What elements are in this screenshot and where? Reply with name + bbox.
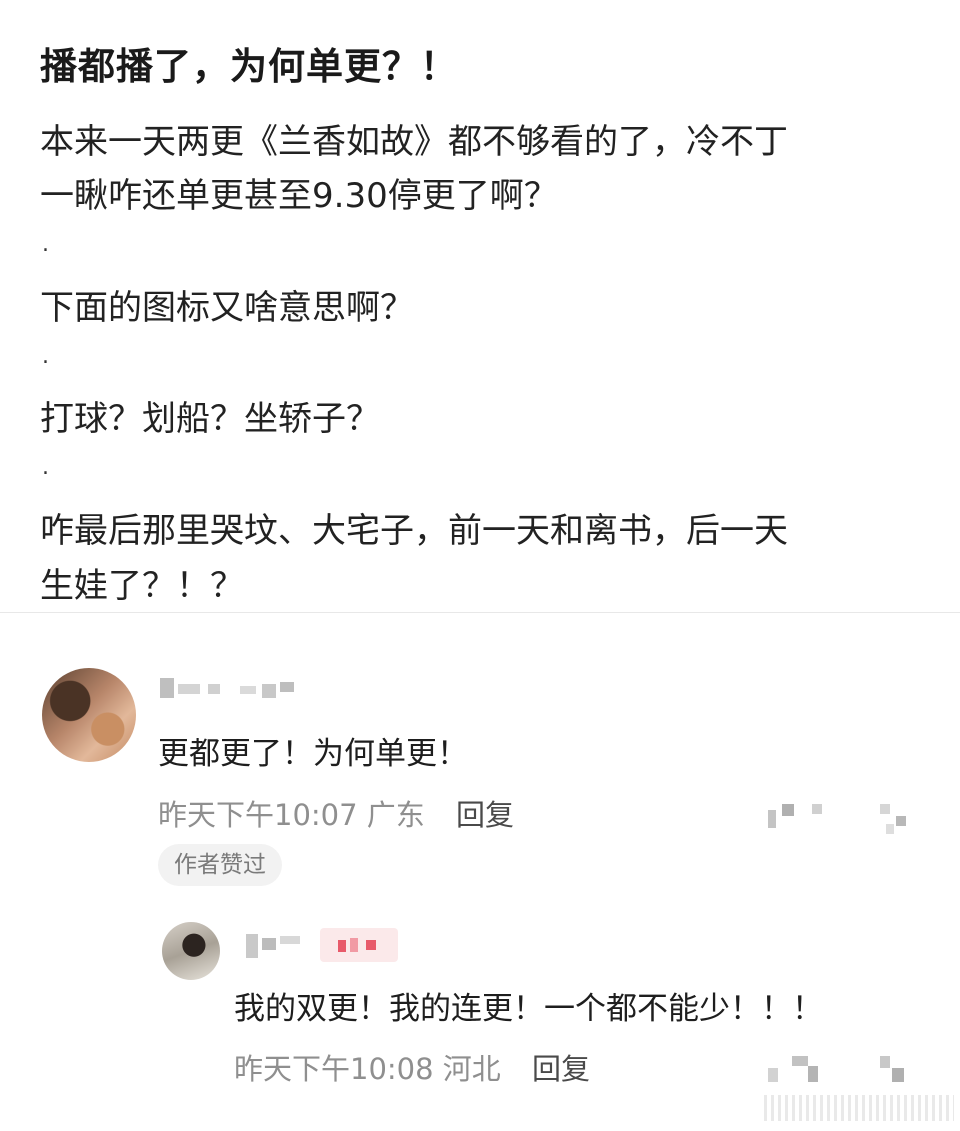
like-icon-detail [896, 816, 906, 826]
share-icon[interactable] [792, 1056, 808, 1066]
username-redacted[interactable] [246, 934, 306, 958]
like-icon[interactable] [880, 1056, 890, 1068]
comment-location: 广东 [366, 798, 425, 832]
like-icon[interactable] [880, 804, 890, 814]
more-icon[interactable] [768, 810, 776, 828]
section-divider [0, 612, 960, 613]
post-line: . [42, 344, 49, 369]
post-line: . [42, 455, 49, 480]
post-line: 本来一天两更《兰香如故》都不够看的了，冷不丁 [40, 122, 788, 162]
reply-location: 河北 [442, 1052, 501, 1086]
post-line: 一瞅咋还单更甚至9.30停更了啊？ [40, 176, 558, 216]
user-avatar-icon[interactable] [162, 922, 220, 980]
comment-actions [768, 800, 918, 836]
post-title: 播都播了，为何单更？！ [40, 45, 458, 88]
share-icon[interactable] [782, 804, 794, 816]
post-line: 生娃了？！？ [40, 566, 244, 606]
reply-button[interactable]: 回复 [456, 798, 514, 832]
like-icon-detail [892, 1068, 904, 1082]
comment-time: 昨天下午10:07 [158, 798, 358, 832]
reply-meta: 昨天下午10:08 河北 回复 [234, 1046, 590, 1088]
reply-actions [768, 1054, 918, 1090]
more-icon[interactable] [768, 1068, 778, 1082]
comment-icon[interactable] [812, 804, 822, 814]
post-line: 咋最后那里哭坟、大宅子，前一天和离书，后一天 [40, 511, 788, 551]
reply-button[interactable]: 回复 [532, 1052, 590, 1086]
author-liked-badge: 作者赞过 [158, 844, 282, 886]
comment-icon[interactable] [808, 1066, 818, 1082]
user-avatar-icon[interactable] [42, 668, 136, 762]
comment-meta: 昨天下午10:07 广东 回复 [158, 792, 514, 834]
post-line: 打球？划船？坐轿子？ [40, 399, 380, 439]
user-tag-badge [320, 928, 398, 962]
reply-text: 我的双更！我的连更！一个都不能少！！！ [234, 991, 823, 1027]
like-icon-detail [886, 824, 894, 834]
post-line: . [42, 232, 49, 257]
comment-text: 更都更了！为何单更！ [158, 736, 468, 772]
post-line: 下面的图标又啥意思啊？ [40, 288, 414, 328]
reply-time: 昨天下午10:08 [234, 1052, 434, 1086]
watermark [764, 1095, 954, 1121]
username-redacted[interactable] [160, 678, 300, 698]
